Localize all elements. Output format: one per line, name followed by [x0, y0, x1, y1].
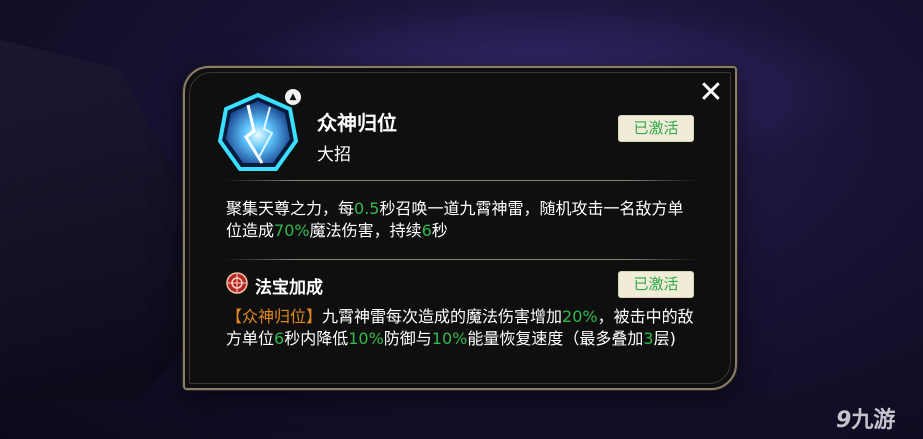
treasure-desc-segment: 层) — [653, 329, 676, 348]
close-button[interactable]: ✕ — [696, 78, 726, 108]
skill-desc-segment: 0.5 — [354, 199, 380, 218]
skill-description: 聚集天尊之力，每0.5秒召唤一道九霄神雷，随机攻击一名敌方单位造成70%魔法伤害… — [226, 198, 696, 242]
treasure-desc-segment: 6 — [274, 329, 285, 348]
treasure-desc-segment: 20% — [562, 307, 598, 326]
treasure-desc-segment: 秒内降低 — [284, 329, 349, 348]
treasure-seal-icon — [226, 272, 248, 294]
background-rock — [0, 40, 200, 400]
skill-desc-segment: 6 — [421, 221, 432, 240]
treasure-status-badge: 已激活 — [618, 271, 694, 298]
watermark-text: 九游 — [851, 408, 896, 433]
watermark-glyph: 9 — [836, 408, 852, 433]
skill-status-badge: 已激活 — [618, 115, 694, 142]
skill-desc-segment: 70% — [274, 221, 310, 240]
treasure-bonus-title: 法宝加成 — [255, 278, 323, 298]
skill-name: 众神归位 — [317, 111, 397, 135]
watermark-logo: 9九游 — [836, 402, 895, 434]
skill-desc-segment: 秒 — [431, 221, 448, 240]
treasure-desc-segment: 能量恢复速度（最多叠加 — [467, 329, 644, 348]
close-icon: ✕ — [698, 75, 724, 110]
upgrade-arrow-icon[interactable]: ▲ — [285, 89, 301, 105]
treasure-desc-segment: 九霄神雷每次造成的魔法伤害增加 — [322, 307, 563, 326]
treasure-description: 【众神归位】九霄神雷每次造成的魔法伤害增加20%，被击中的敌方单位6秒内降低10… — [226, 306, 698, 350]
treasure-desc-segment: 10% — [348, 329, 384, 348]
skill-desc-segment: 魔法伤害，持续 — [309, 221, 422, 240]
lightning-skill-icon[interactable] — [218, 93, 298, 173]
treasure-desc-segment: 10% — [431, 329, 468, 348]
skill-type: 大招 — [317, 145, 351, 165]
skill-desc-segment: 聚集天尊之力，每 — [226, 199, 355, 218]
divider-middle — [224, 259, 698, 260]
treasure-desc-segment: 【众神归位】 — [226, 307, 323, 326]
treasure-desc-segment: 3 — [643, 329, 654, 348]
divider-top — [224, 180, 698, 181]
treasure-desc-segment: 防御与 — [383, 329, 432, 348]
